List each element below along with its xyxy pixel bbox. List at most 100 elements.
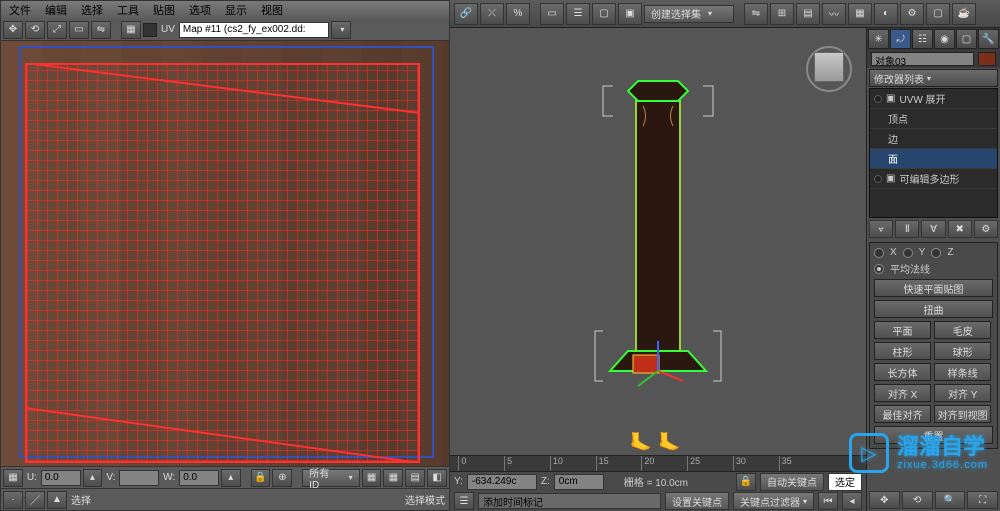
modifier-stack[interactable]: ▣UVW 展开 顶点 边 面 ▣可编辑多边形	[869, 88, 998, 218]
layers-icon[interactable]: ▤	[796, 3, 820, 25]
script-icon[interactable]: ☰	[454, 492, 474, 510]
spline-button[interactable]: 样条线	[934, 363, 991, 381]
box-button[interactable]: 长方体	[874, 363, 931, 381]
z-field[interactable]: 0cm	[554, 474, 604, 490]
render-frame-icon[interactable]: ▢	[926, 3, 950, 25]
curve-editor-icon[interactable]: 〰	[822, 3, 846, 25]
time-ruler[interactable]: 0 5 10 15 20 25 30 35	[450, 455, 866, 471]
uv-tool-mirror-icon[interactable]: ⇋	[91, 21, 111, 39]
menu-edit[interactable]: 编辑	[41, 1, 71, 19]
render-setup-icon[interactable]: ⚙	[900, 3, 924, 25]
uv-tool-move-icon[interactable]: ✥	[3, 21, 23, 39]
uv-subobj-vertex-icon[interactable]: ·	[3, 491, 23, 509]
mirror-icon[interactable]: ⇋	[744, 3, 768, 25]
nav-pan-icon[interactable]: ✥	[869, 491, 900, 509]
cyl-button[interactable]: 柱形	[874, 342, 931, 360]
menu-tools[interactable]: 工具	[113, 1, 143, 19]
object-name-input[interactable]: 对象03	[871, 52, 974, 66]
tab-motion-icon[interactable]: ◉	[934, 29, 955, 49]
window-crossing-icon[interactable]: ▣	[618, 3, 642, 25]
alignx-button[interactable]: 对齐 X	[874, 384, 931, 402]
uv-channel-checkbox[interactable]	[143, 23, 157, 37]
pin-stack-icon[interactable]: ⟇	[869, 220, 893, 238]
menu-options[interactable]: 选项	[185, 1, 215, 19]
setkey-button[interactable]: 设置关键点	[665, 492, 729, 510]
uv-target-icon[interactable]: ⊕	[272, 469, 292, 487]
twist-button[interactable]: 扭曲	[874, 300, 993, 318]
v-field[interactable]	[119, 470, 159, 486]
unique-icon[interactable]: ∀	[921, 220, 945, 238]
keyfilter-dropdown[interactable]: 关键点过滤器	[733, 492, 814, 510]
tab-hierarchy-icon[interactable]: ☷	[912, 29, 933, 49]
avg-normal-label[interactable]: 平均法线	[890, 261, 930, 276]
viewcube[interactable]	[806, 46, 852, 92]
tab-modify-icon[interactable]: ⤾	[890, 29, 911, 49]
subobj-edge[interactable]: 边	[870, 129, 997, 149]
uv-grid-icon[interactable]: ▦	[362, 469, 382, 487]
uv-map-input[interactable]	[179, 22, 329, 38]
uv-tool-scale-icon[interactable]: ⤢	[47, 21, 67, 39]
schematic-icon[interactable]: ▦	[848, 3, 872, 25]
lock-sel-icon[interactable]: 🔒	[736, 473, 756, 491]
perspective-viewport[interactable]: 🦶🦶	[450, 28, 866, 455]
unlink-icon[interactable]: ⤫	[480, 3, 504, 25]
uv-tool-freeform-icon[interactable]: ▭	[69, 21, 89, 39]
subobj-vertex[interactable]: 顶点	[870, 109, 997, 129]
menu-select[interactable]: 选择	[77, 1, 107, 19]
uv-selection-grid[interactable]	[25, 63, 420, 463]
uv-id-dropdown[interactable]: 所有 ID	[302, 469, 359, 487]
uv-canvas[interactable]	[1, 41, 449, 466]
selection-set-dropdown[interactable]: 创建选择集	[644, 5, 734, 23]
tab-utility-icon[interactable]: 🔧	[978, 29, 999, 49]
w-spinner-icon[interactable]: ▴	[221, 469, 241, 487]
selkey-button[interactable]: 选定	[828, 473, 862, 491]
uv-opt1-icon[interactable]: ▦	[3, 469, 23, 487]
tab-display-icon[interactable]: ▢	[956, 29, 977, 49]
align-icon[interactable]: ⊞	[770, 3, 794, 25]
uv-map-dropdown-icon[interactable]	[331, 21, 351, 39]
play-start-icon[interactable]: ⏮	[818, 492, 838, 510]
menu-view[interactable]: 视图	[257, 1, 287, 19]
uv-grid2-icon[interactable]: ▦	[383, 469, 403, 487]
select-name-icon[interactable]: ☰	[566, 3, 590, 25]
uv-lock-icon[interactable]: 🔒	[251, 469, 271, 487]
y-field[interactable]: -634.249c	[467, 474, 537, 490]
nav-zoom-icon[interactable]: 🔍	[935, 491, 966, 509]
bestalign-button[interactable]: 最佳对齐	[874, 405, 931, 423]
object-color-swatch[interactable]	[978, 52, 996, 66]
uv-subobj-face-icon[interactable]: ▲	[47, 491, 67, 509]
u-spinner-icon[interactable]: ▴	[83, 469, 103, 487]
uv-fill-icon[interactable]: ▤	[405, 469, 425, 487]
menu-display[interactable]: 显示	[221, 1, 251, 19]
select-icon[interactable]: ▭	[540, 3, 564, 25]
uv-tool-rotate-icon[interactable]: ⟲	[25, 21, 45, 39]
menu-map[interactable]: 贴图	[149, 1, 179, 19]
modifier-list-dropdown[interactable]: 修改器列表	[869, 69, 998, 87]
axis-x-label[interactable]: X	[890, 247, 897, 258]
aligny-button[interactable]: 对齐 Y	[934, 384, 991, 402]
material-icon[interactable]: ◐	[874, 3, 898, 25]
subobj-face[interactable]: 面	[870, 149, 997, 169]
axis-z-label[interactable]: Z	[947, 247, 953, 258]
autokey-button[interactable]: 自动关键点	[760, 473, 824, 491]
axis-y-label[interactable]: Y	[919, 247, 926, 258]
nav-orbit-icon[interactable]: ⟲	[902, 491, 933, 509]
uv-show-map-icon[interactable]: ▦	[121, 21, 141, 39]
addtime-label[interactable]: 添加时间标记	[478, 493, 661, 509]
remove-mod-icon[interactable]: ✖	[948, 220, 972, 238]
tab-create-icon[interactable]: ✳	[868, 29, 889, 49]
show-end-icon[interactable]: Ⅱ	[895, 220, 919, 238]
select-region-icon[interactable]: ▢	[592, 3, 616, 25]
fur-button[interactable]: 毛皮	[934, 321, 991, 339]
link-icon[interactable]: 🔗	[454, 3, 478, 25]
play-prev-icon[interactable]: ◂	[842, 492, 862, 510]
nav-max-icon[interactable]: ⛶	[967, 491, 998, 509]
plane-button[interactable]: 平面	[874, 321, 931, 339]
menu-file[interactable]: 文件	[5, 1, 35, 19]
config-mod-icon[interactable]: ⚙	[974, 220, 998, 238]
bind-icon[interactable]: %	[506, 3, 530, 25]
render-icon[interactable]: ☕	[952, 3, 976, 25]
quick-planar-button[interactable]: 快速平面贴图	[874, 279, 993, 297]
w-field[interactable]: 0.0	[179, 470, 219, 486]
uv-extra-icon[interactable]: ◧	[427, 469, 447, 487]
